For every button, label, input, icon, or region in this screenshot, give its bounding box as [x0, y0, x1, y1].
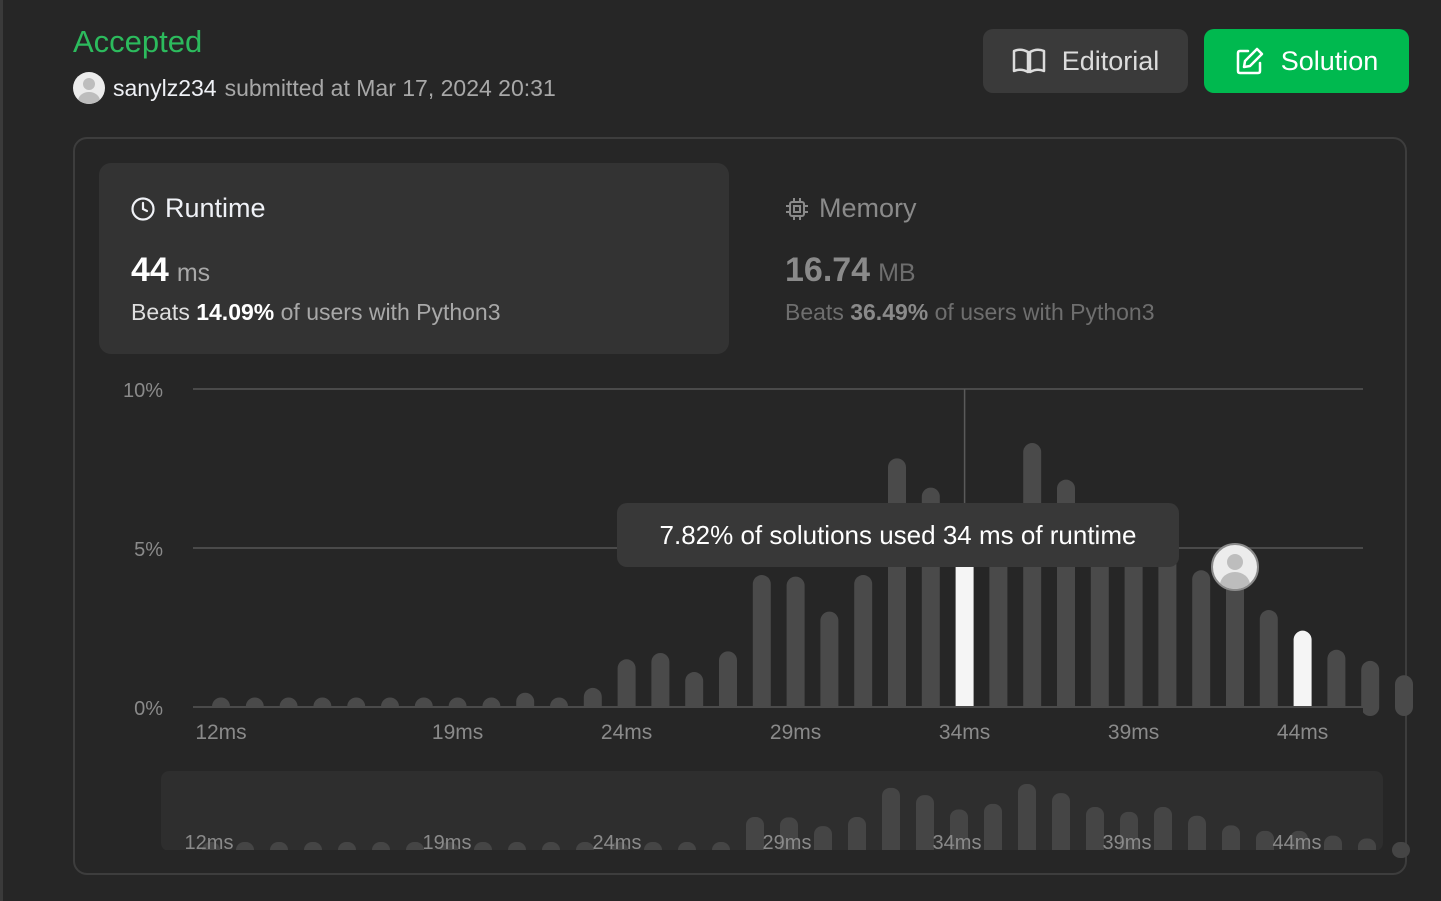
chart-bar[interactable]	[820, 611, 839, 716]
chart-bar[interactable]	[752, 575, 771, 716]
runtime-distribution-chart[interactable]: 10% 5% 0% 12ms 19ms 24ms 29ms 34ms 39ms 44ms	[0, 0, 1441, 901]
y-tick-label: 10%	[123, 380, 163, 402]
chart-bar[interactable]	[1158, 544, 1177, 716]
y-tick-label: 5%	[134, 539, 163, 561]
chart-bar[interactable]	[888, 458, 906, 716]
x-tick-label: 39ms	[1108, 721, 1159, 744]
chart-bar[interactable]	[786, 576, 805, 716]
y-tick-label: 0%	[134, 698, 163, 720]
chart-bar[interactable]	[1361, 660, 1380, 716]
chart-tooltip: 7.82% of solutions used 34 ms of runtime	[617, 503, 1179, 567]
chart-range-selector[interactable]	[161, 771, 1383, 851]
x-tick-label: 34ms	[939, 721, 990, 744]
chart-baseline-mask	[193, 707, 1363, 719]
x-tick-label: 44ms	[1277, 721, 1328, 744]
chart-bar[interactable]	[1192, 570, 1211, 716]
chart-bar[interactable]	[1023, 443, 1042, 716]
chart-bar[interactable]	[1259, 610, 1278, 716]
chart-bar[interactable]	[1293, 630, 1312, 716]
chart-bar[interactable]	[854, 575, 873, 716]
x-tick-label: 12ms	[195, 721, 246, 744]
chart-bar[interactable]	[1226, 570, 1244, 716]
chart-bar[interactable]	[1395, 675, 1413, 716]
x-tick-label: 19ms	[432, 721, 483, 744]
my-submission-marker[interactable]	[1211, 543, 1259, 591]
x-tick-label: 29ms	[770, 721, 821, 744]
x-tick-label: 24ms	[601, 721, 652, 744]
